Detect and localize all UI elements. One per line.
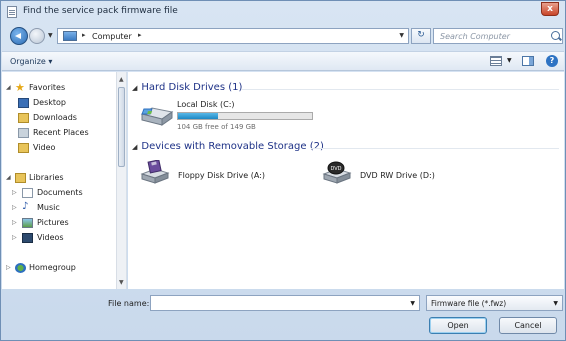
drive-name: Local Disk (C:) <box>177 100 235 109</box>
nav-item-label: Documents <box>37 188 83 197</box>
file-type-value: Firmware file (*.fwz) <box>431 299 507 308</box>
nav-item-label: Video <box>33 143 56 152</box>
nav-item-label: Music <box>37 203 60 212</box>
collapse-icon[interactable]: ▷ <box>12 204 17 211</box>
drive-dvd[interactable]: DVD DVD RW Drive (D:) <box>322 160 472 188</box>
libraries-icon <box>15 173 26 183</box>
breadcrumb-chevron-icon[interactable]: ▸ <box>82 31 86 39</box>
nav-item-label: Recent Places <box>33 128 89 137</box>
nav-item-label: Desktop <box>33 98 66 107</box>
views-dropdown-icon[interactable]: ▼ <box>507 57 512 64</box>
expand-icon[interactable]: ◢ <box>132 84 137 92</box>
search-box[interactable]: Search Computer <box>433 28 563 44</box>
folder-icon <box>18 143 29 153</box>
group-removable-storage[interactable]: ◢ Devices with Removable Storage (2) <box>132 141 324 152</box>
drive-name: Floppy Disk Drive (A:) <box>178 171 266 180</box>
drive-free-space: 104 GB free of 149 GB <box>177 123 256 131</box>
close-button[interactable]: x <box>541 2 559 16</box>
address-bar[interactable]: ▸ Computer ▸ ▼ <box>57 28 409 44</box>
navigation-pane: ◢ ★ Favorites Desktop Downloads Recent P… <box>2 72 127 289</box>
svg-text:DVD: DVD <box>331 166 342 172</box>
close-icon: x <box>547 4 553 14</box>
group-label: Devices with Removable Storage (2) <box>141 141 324 152</box>
expand-icon[interactable]: ◢ <box>132 143 137 151</box>
refresh-button[interactable]: ↻ <box>411 28 431 44</box>
nav-scrollbar[interactable]: ▲ ▼ <box>116 72 126 289</box>
collapse-icon[interactable]: ▷ <box>12 234 17 241</box>
scroll-up-icon[interactable]: ▲ <box>119 76 124 83</box>
command-toolbar: Organize ▾ ▼ ? <box>2 51 564 71</box>
file-name-dropdown-icon[interactable]: ▼ <box>410 300 415 307</box>
expand-icon[interactable]: ◢ <box>6 174 11 181</box>
scrollbar-thumb[interactable] <box>118 87 125 167</box>
star-icon: ★ <box>15 81 25 94</box>
drive-local-disk[interactable]: Local Disk (C:) 104 GB free of 149 GB <box>140 98 320 134</box>
breadcrumb-chevron-icon[interactable]: ▸ <box>138 31 142 39</box>
nav-libraries-label: Libraries <box>29 173 64 182</box>
drive-floppy[interactable]: Floppy Disk Drive (A:) <box>140 160 290 188</box>
nav-item-label: Videos <box>37 233 64 242</box>
open-button[interactable]: Open <box>429 317 487 334</box>
floppy-drive-icon <box>140 160 170 184</box>
group-divider <box>311 148 559 149</box>
file-name-field[interactable]: ▼ <box>150 295 420 311</box>
navigation-row: ▼ ▸ Computer ▸ ▼ ↻ Search Computer <box>1 25 565 47</box>
videos-icon <box>22 233 33 243</box>
window-title: Find the service pack firmware file <box>23 6 178 16</box>
search-icon[interactable] <box>551 31 560 40</box>
drive-name: DVD RW Drive (D:) <box>360 171 435 180</box>
pictures-icon <box>22 218 33 228</box>
dvd-drive-icon: DVD <box>322 161 352 184</box>
search-input[interactable]: Search Computer <box>440 32 510 41</box>
forward-button[interactable] <box>29 28 45 44</box>
hard-disk-icon <box>140 107 174 126</box>
address-dropdown-icon[interactable]: ▼ <box>399 32 404 39</box>
breadcrumb-computer[interactable]: Computer <box>92 32 132 41</box>
group-divider <box>241 89 559 90</box>
nav-favorites-label: Favorites <box>29 83 66 92</box>
document-icon <box>7 6 17 18</box>
scroll-down-icon[interactable]: ▼ <box>119 279 124 286</box>
file-type-dropdown-icon[interactable]: ▼ <box>553 300 558 307</box>
nav-homegroup-label: Homegroup <box>29 263 76 272</box>
desktop-icon <box>18 98 29 108</box>
documents-icon <box>22 188 33 198</box>
nav-item-label: Pictures <box>37 218 69 227</box>
collapse-icon[interactable]: ▷ <box>12 189 17 196</box>
group-label: Hard Disk Drives (1) <box>141 82 243 93</box>
disk-usage-fill <box>178 113 219 119</box>
downloads-folder-icon <box>18 113 29 123</box>
file-type-select[interactable]: Firmware file (*.fwz) ▼ <box>426 295 563 311</box>
disk-usage-bar <box>177 112 313 120</box>
cancel-button[interactable]: Cancel <box>499 317 557 334</box>
collapse-icon[interactable]: ▷ <box>12 219 17 226</box>
file-name-label: File name: <box>108 299 150 308</box>
computer-icon <box>63 31 77 41</box>
organize-button[interactable]: Organize ▾ <box>10 57 52 66</box>
title-bar[interactable]: Find the service pack firmware file x <box>1 1 565 23</box>
expand-icon[interactable]: ◢ <box>6 84 11 91</box>
preview-pane-icon[interactable] <box>522 56 534 66</box>
homegroup-icon <box>15 263 26 273</box>
music-icon: ♪ <box>22 201 29 212</box>
group-hard-disk-drives[interactable]: ◢ Hard Disk Drives (1) <box>132 82 242 93</box>
collapse-icon[interactable]: ▷ <box>6 264 11 271</box>
nav-item-label: Downloads <box>33 113 77 122</box>
views-icon[interactable] <box>490 56 502 66</box>
file-list: ◢ Hard Disk Drives (1) Local Disk (C:) 10… <box>128 72 564 289</box>
dialog-window: Find the service pack firmware file x ▼ … <box>0 0 566 341</box>
back-button[interactable] <box>10 27 28 45</box>
recent-places-icon <box>18 128 29 138</box>
help-icon[interactable]: ? <box>546 55 558 67</box>
recent-pages-dropdown[interactable]: ▼ <box>48 32 53 39</box>
